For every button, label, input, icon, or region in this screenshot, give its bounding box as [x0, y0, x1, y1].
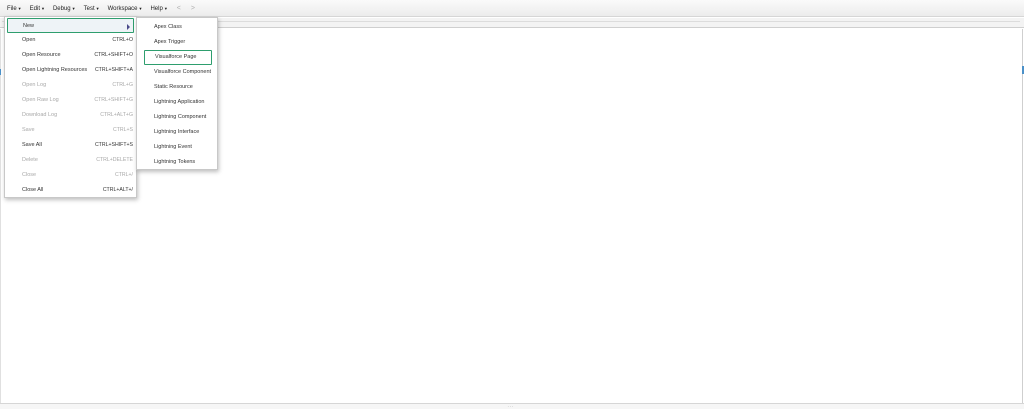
new-item-lightning-tokens[interactable]: Lightning Tokens: [137, 155, 217, 170]
menu-edit-label: Edit: [29, 5, 40, 12]
menu-item-shortcut: CTRL+SHIFT+S: [94, 142, 133, 148]
caret-down-icon: ▼: [71, 5, 76, 11]
menu-item-label: Save All: [22, 142, 42, 148]
caret-down-icon: ▼: [163, 5, 168, 11]
new-item-lightning-component[interactable]: Lightning Component: [137, 110, 217, 125]
menu-item-shortcut: CTRL+S: [112, 127, 133, 133]
menu-item-label: New: [23, 23, 35, 29]
caret-down-icon: ▼: [40, 5, 45, 11]
new-item-lightning-event[interactable]: Lightning Event: [137, 140, 217, 155]
file-dropdown-menu: New Open CTRL+O Open Resource CTRL+SHIFT…: [4, 16, 137, 198]
menu-item-label: Open Resource: [22, 52, 61, 58]
file-menu-item-open[interactable]: Open CTRL+O: [5, 33, 136, 48]
submenu-arrow-icon: [127, 24, 130, 30]
menu-item-shortcut: CTRL+SHIFT+O: [94, 52, 133, 58]
menu-item-label: Close: [22, 172, 37, 178]
new-item-apex-class[interactable]: Apex Class: [137, 20, 217, 35]
menu-help-label: Help: [150, 5, 163, 12]
menu-item-shortcut: CTRL+G: [112, 82, 133, 88]
new-item-visualforce-page[interactable]: Visualforce Page: [144, 50, 212, 65]
new-submenu: Apex Class Apex Trigger Visualforce Page…: [136, 17, 218, 170]
left-panel-edge[interactable]: [0, 69, 1, 75]
menu-item-shortcut: CTRL+ALT+G: [100, 112, 133, 118]
menu-item-label: Open Raw Log: [22, 97, 59, 103]
new-item-static-resource[interactable]: Static Resource: [137, 80, 217, 95]
menu-debug[interactable]: Debug▼: [49, 0, 80, 17]
file-menu-item-download-log[interactable]: Download Log CTRL+ALT+G: [5, 108, 136, 123]
menu-item-label: Close All: [22, 187, 44, 193]
file-menu-item-delete[interactable]: Delete CTRL+DELETE: [5, 153, 136, 168]
file-menu-item-open-lightning-resources[interactable]: Open Lightning Resources CTRL+SHIFT+A: [5, 63, 136, 78]
forward-arrow-icon[interactable]: >: [186, 0, 200, 17]
file-menu-item-save[interactable]: Save CTRL+S: [5, 123, 136, 138]
file-menu-item-close[interactable]: Close CTRL+/: [5, 168, 136, 183]
menu-help[interactable]: Help▼: [146, 0, 171, 17]
menu-edit[interactable]: Edit▼: [26, 0, 49, 17]
menu-item-label: Delete: [22, 157, 38, 163]
menu-item-label: Open: [22, 37, 36, 43]
menu-item-shortcut: CTRL+ALT+/: [102, 187, 133, 193]
new-item-apex-trigger[interactable]: Apex Trigger: [137, 35, 217, 50]
file-menu-item-open-resource[interactable]: Open Resource CTRL+SHIFT+O: [5, 48, 136, 63]
file-menu-item-save-all[interactable]: Save All CTRL+SHIFT+S: [5, 138, 136, 153]
menu-item-shortcut: CTRL+SHIFT+A: [94, 67, 133, 73]
file-menu-item-new[interactable]: New: [7, 18, 134, 33]
menu-item-label: Open Lightning Resources: [22, 67, 88, 73]
menu-test[interactable]: Test▼: [80, 0, 104, 17]
menu-file[interactable]: File▼: [3, 0, 26, 17]
menu-item-label: Save: [22, 127, 35, 133]
menubar: File▼ Edit▼ Debug▼ Test▼ Workspace▼ Help…: [0, 0, 1024, 17]
menu-workspace[interactable]: Workspace▼: [104, 0, 147, 17]
caret-down-icon: ▼: [138, 5, 143, 11]
menu-test-label: Test: [83, 5, 95, 12]
file-menu-item-open-raw-log[interactable]: Open Raw Log CTRL+SHIFT+G: [5, 93, 136, 108]
menu-item-shortcut: CTRL+O: [112, 37, 133, 43]
resize-handle-icon[interactable]: ···: [502, 405, 520, 409]
menu-item-shortcut: CTRL+DELETE: [96, 157, 133, 163]
menu-item-shortcut: CTRL+/: [114, 172, 133, 178]
menu-item-label: Download Log: [22, 112, 58, 118]
menu-workspace-label: Workspace: [107, 5, 138, 12]
caret-down-icon: ▼: [95, 5, 100, 11]
menu-item-label: Open Log: [22, 82, 47, 88]
menu-item-shortcut: CTRL+SHIFT+G: [94, 97, 133, 103]
menu-debug-label: Debug: [52, 5, 71, 12]
file-menu-item-open-log[interactable]: Open Log CTRL+G: [5, 78, 136, 93]
back-arrow-icon[interactable]: <: [172, 0, 186, 17]
menu-file-label: File: [7, 5, 17, 12]
file-menu-item-close-all[interactable]: Close All CTRL+ALT+/: [5, 183, 136, 198]
new-item-visualforce-component[interactable]: Visualforce Component: [137, 65, 217, 80]
new-item-lightning-application[interactable]: Lightning Application: [137, 95, 217, 110]
caret-down-icon: ▼: [17, 5, 22, 11]
new-item-lightning-interface[interactable]: Lightning Interface: [137, 125, 217, 140]
